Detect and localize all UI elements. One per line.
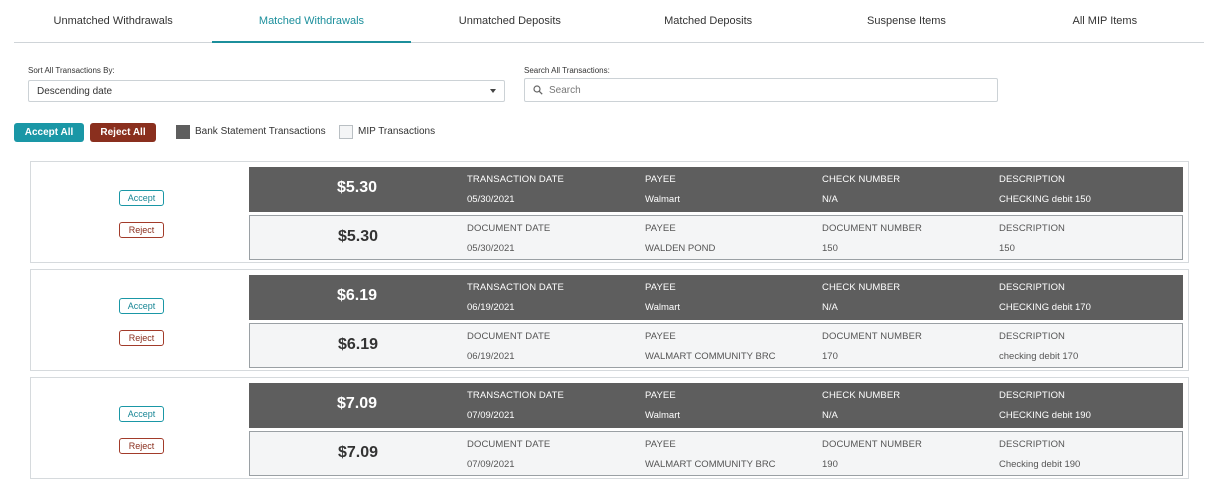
column-header: CHECK NUMBER — [822, 390, 901, 401]
reject-button[interactable]: Reject — [119, 438, 164, 454]
caret-down-icon — [490, 89, 496, 93]
payee: Walmart — [645, 410, 681, 421]
document-number: 150 — [822, 243, 838, 254]
match-card: Accept Reject $5.30 TRANSACTION DATE 05/… — [30, 161, 1189, 263]
payee: WALDEN POND — [645, 243, 716, 254]
column-header: TRANSACTION DATE — [467, 282, 564, 293]
payee: WALMART COMMUNITY BRC — [645, 351, 776, 362]
mip-transaction-row: $7.09 DOCUMENT DATE 07/09/2021 PAYEE WAL… — [249, 431, 1183, 476]
description: CHECKING debit 190 — [999, 410, 1091, 421]
check-number: N/A — [822, 410, 838, 421]
match-card: Accept Reject $7.09 TRANSACTION DATE 07/… — [30, 377, 1189, 479]
transaction-amount: $6.19 — [338, 336, 379, 353]
mip-transaction-row: $6.19 DOCUMENT DATE 06/19/2021 PAYEE WAL… — [249, 323, 1183, 368]
description: 150 — [999, 243, 1015, 254]
mip-legend-swatch — [339, 125, 353, 139]
sort-select[interactable]: Descending date — [28, 80, 505, 102]
accept-all-button[interactable]: Accept All — [14, 123, 84, 142]
search-icon — [533, 85, 543, 95]
payee: Walmart — [645, 302, 681, 313]
column-header: DESCRIPTION — [999, 223, 1066, 234]
tab-unmatched-deposits[interactable]: Unmatched Deposits — [411, 0, 609, 42]
bank-legend-label: Bank Statement Transactions — [195, 126, 326, 137]
column-header: DESCRIPTION — [999, 282, 1066, 293]
column-header: DESCRIPTION — [999, 439, 1066, 450]
bank-transaction-row: $7.09 TRANSACTION DATE 07/09/2021 PAYEE … — [249, 383, 1183, 428]
accept-button[interactable]: Accept — [119, 406, 164, 422]
column-header: CHECK NUMBER — [822, 174, 901, 185]
transaction-amount: $6.19 — [337, 287, 378, 304]
column-header: PAYEE — [645, 223, 676, 234]
column-header: DOCUMENT DATE — [467, 439, 551, 450]
transaction-amount: $5.30 — [337, 179, 378, 196]
column-header: PAYEE — [645, 174, 676, 185]
column-header: TRANSACTION DATE — [467, 174, 564, 185]
description: checking debit 170 — [999, 351, 1079, 362]
transaction-amount: $7.09 — [338, 444, 379, 461]
tab-suspense-items[interactable]: Suspense Items — [807, 0, 1005, 42]
column-header: PAYEE — [645, 390, 676, 401]
column-header: PAYEE — [645, 439, 676, 450]
column-header: PAYEE — [645, 282, 676, 293]
column-header: TRANSACTION DATE — [467, 390, 564, 401]
reject-all-button[interactable]: Reject All — [90, 123, 156, 142]
accept-button[interactable]: Accept — [119, 298, 164, 314]
document-number: 170 — [822, 351, 838, 362]
search-input[interactable] — [549, 84, 969, 96]
column-header: PAYEE — [645, 331, 676, 342]
sort-value: Descending date — [37, 85, 113, 97]
column-header: DOCUMENT NUMBER — [822, 223, 923, 234]
mip-transaction-row: $5.30 DOCUMENT DATE 05/30/2021 PAYEE WAL… — [249, 215, 1183, 260]
column-header: DOCUMENT NUMBER — [822, 331, 923, 342]
description: Checking debit 190 — [999, 459, 1081, 470]
transaction-amount: $7.09 — [337, 395, 378, 412]
column-header: CHECK NUMBER — [822, 282, 901, 293]
mip-legend-label: MIP Transactions — [358, 126, 436, 137]
search-label: Search All Transactions: — [524, 66, 610, 75]
tab-matched-withdrawals[interactable]: Matched Withdrawals — [212, 0, 411, 43]
bank-transaction-row: $5.30 TRANSACTION DATE 05/30/2021 PAYEE … — [249, 167, 1183, 212]
transaction-date: 07/09/2021 — [467, 410, 515, 421]
payee: WALMART COMMUNITY BRC — [645, 459, 776, 470]
document-date: 06/19/2021 — [467, 351, 515, 362]
check-number: N/A — [822, 194, 838, 205]
description: CHECKING debit 170 — [999, 302, 1091, 313]
accept-button[interactable]: Accept — [119, 190, 164, 206]
column-header: DOCUMENT DATE — [467, 331, 551, 342]
bank-transaction-row: $6.19 TRANSACTION DATE 06/19/2021 PAYEE … — [249, 275, 1183, 320]
payee: Walmart — [645, 194, 681, 205]
tab-all-mip-items[interactable]: All MIP Items — [1006, 0, 1204, 42]
sort-label: Sort All Transactions By: — [28, 66, 115, 75]
reject-button[interactable]: Reject — [119, 330, 164, 346]
transaction-amount: $5.30 — [338, 228, 379, 245]
transaction-date: 06/19/2021 — [467, 302, 515, 313]
document-date: 05/30/2021 — [467, 243, 515, 254]
reject-button[interactable]: Reject — [119, 222, 164, 238]
tab-unmatched-withdrawals[interactable]: Unmatched Withdrawals — [14, 0, 212, 42]
description: CHECKING debit 150 — [999, 194, 1091, 205]
column-header: DESCRIPTION — [999, 390, 1066, 401]
search-box — [524, 78, 998, 102]
document-number: 190 — [822, 459, 838, 470]
match-card: Accept Reject $6.19 TRANSACTION DATE 06/… — [30, 269, 1189, 371]
tab-matched-deposits[interactable]: Matched Deposits — [609, 0, 807, 42]
document-date: 07/09/2021 — [467, 459, 515, 470]
column-header: DOCUMENT DATE — [467, 223, 551, 234]
check-number: N/A — [822, 302, 838, 313]
tab-bar: Unmatched Withdrawals Matched Withdrawal… — [14, 0, 1204, 43]
column-header: DOCUMENT NUMBER — [822, 439, 923, 450]
transaction-date: 05/30/2021 — [467, 194, 515, 205]
bank-legend-swatch — [176, 125, 190, 139]
column-header: DESCRIPTION — [999, 174, 1066, 185]
column-header: DESCRIPTION — [999, 331, 1066, 342]
